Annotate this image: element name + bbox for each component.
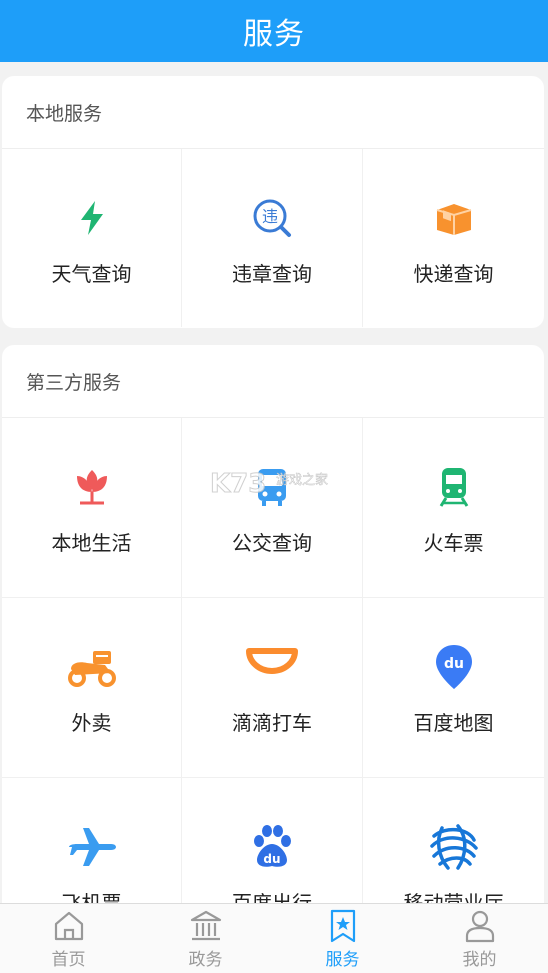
local-services-card: 本地服务 天气查询 违 违章查询 快递查询 <box>2 76 544 328</box>
service-label: 外卖 <box>71 711 112 735</box>
baidu-paw-icon: du <box>244 819 300 875</box>
map-pin-icon: du <box>426 639 482 695</box>
svg-text:违: 违 <box>262 207 278 226</box>
bottom-tab-bar: 首页 政务 服务 我的 <box>0 903 548 973</box>
tab-service[interactable]: 服务 <box>274 904 411 973</box>
third-party-services-card: 第三方服务 本地生活 公交查询 火车票 外卖 滴滴打车 du 百度地图 du <box>2 345 544 945</box>
service-label: 公交查询 <box>232 531 312 555</box>
service-label: 火车票 <box>423 531 484 555</box>
airplane-icon <box>64 819 120 875</box>
bus-icon <box>244 459 300 515</box>
service-label: 快递查询 <box>413 261 494 286</box>
tab-label: 服务 <box>325 949 360 970</box>
service-train[interactable]: 火车票 <box>363 418 544 598</box>
service-local-life[interactable]: 本地生活 <box>2 418 182 598</box>
service-label: 天气查询 <box>51 261 132 286</box>
government-building-icon <box>190 910 221 940</box>
svg-text:du: du <box>263 852 280 866</box>
lightning-icon <box>64 190 120 246</box>
tab-government[interactable]: 政务 <box>137 904 274 973</box>
section-title: 本地服务 <box>2 76 544 149</box>
tab-label: 首页 <box>51 949 86 970</box>
service-label: 本地生活 <box>51 531 132 555</box>
scooter-icon <box>64 639 120 695</box>
service-express[interactable]: 快递查询 <box>363 149 544 327</box>
train-icon <box>426 459 482 515</box>
package-icon <box>426 190 482 246</box>
tab-mine[interactable]: 我的 <box>411 904 548 973</box>
service-baidu-map[interactable]: du 百度地图 <box>363 598 544 778</box>
service-weather[interactable]: 天气查询 <box>2 149 182 327</box>
china-mobile-icon <box>426 819 482 875</box>
app-header: 服务 <box>0 0 548 62</box>
section-title: 第三方服务 <box>2 345 544 418</box>
didi-icon <box>244 639 300 695</box>
service-bus[interactable]: 公交查询 <box>182 418 363 598</box>
tab-home[interactable]: 首页 <box>0 904 137 973</box>
service-label: 滴滴打车 <box>232 711 312 735</box>
service-violation[interactable]: 违 违章查询 <box>182 149 363 327</box>
violation-search-icon: 违 <box>244 190 300 246</box>
service-didi[interactable]: 滴滴打车 <box>182 598 363 778</box>
tulip-icon <box>64 459 120 515</box>
home-icon <box>54 911 83 940</box>
tab-label: 我的 <box>462 949 497 970</box>
service-takeout[interactable]: 外卖 <box>2 598 182 778</box>
page-title: 服务 <box>243 17 305 52</box>
svg-text:du: du <box>444 656 464 672</box>
tab-label: 政务 <box>188 949 223 970</box>
service-label: 百度地图 <box>413 711 494 735</box>
service-star-icon <box>330 909 355 942</box>
user-icon <box>465 910 494 942</box>
service-label: 违章查询 <box>232 261 312 286</box>
